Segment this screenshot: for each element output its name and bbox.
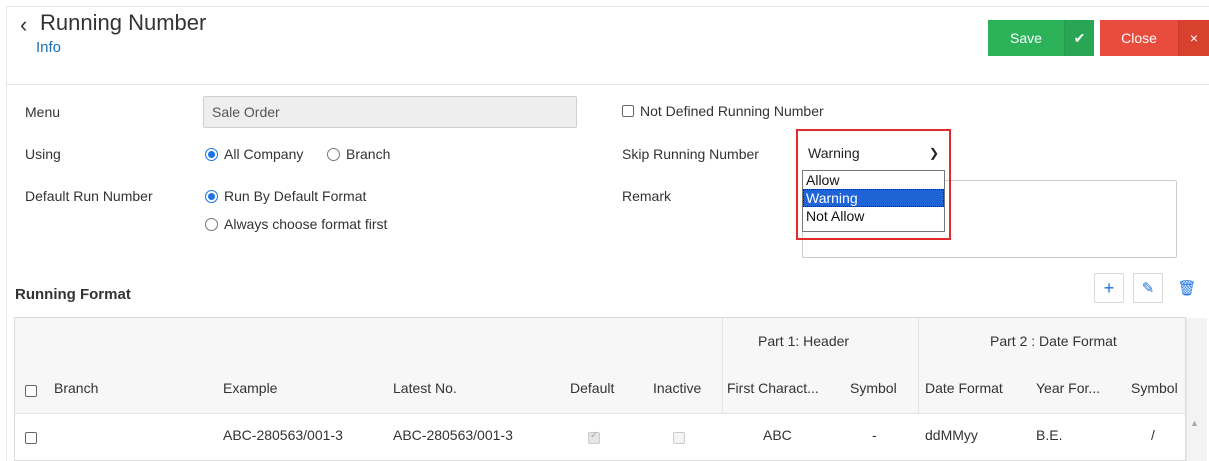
running-format-title: Running Format xyxy=(15,286,131,303)
back-chevron-icon[interactable]: ‹ xyxy=(20,12,27,38)
using-option-all-company[interactable]: All Company xyxy=(205,146,303,162)
col-header-year-format[interactable]: Year For... xyxy=(1036,380,1100,396)
default-run-option-always-label: Always choose format first xyxy=(224,216,388,232)
default-run-label: Default Run Number xyxy=(25,188,153,204)
cell-first-char: ABC xyxy=(763,427,792,443)
page-subtitle: Info xyxy=(36,39,62,56)
menu-label: Menu xyxy=(25,104,61,120)
cell-default-checkbox xyxy=(588,429,600,445)
page-title: Running Number xyxy=(40,10,207,35)
default-run-option-always[interactable]: Always choose format first xyxy=(205,216,387,232)
group-header-part1: Part 1: Header xyxy=(758,333,850,349)
col-header-default[interactable]: Default xyxy=(570,380,614,396)
menu-field-value: Sale Order xyxy=(212,104,280,120)
col-header-inactive[interactable]: Inactive xyxy=(653,380,701,396)
checkbox-icon[interactable] xyxy=(25,385,37,398)
group-header-part2: Part 2 : Date Format xyxy=(990,333,1117,349)
cell-year-format: B.E. xyxy=(1036,427,1063,443)
top-border xyxy=(6,6,1209,7)
radio-selected-icon[interactable] xyxy=(205,189,218,203)
using-option-branch[interactable]: Branch xyxy=(327,146,390,162)
table-row[interactable] xyxy=(15,413,1185,453)
add-icon[interactable]: + xyxy=(1094,273,1124,303)
col-header-date-format[interactable]: Date Format xyxy=(925,380,1003,396)
row-checkbox[interactable] xyxy=(25,429,37,445)
col-header-branch[interactable]: Branch xyxy=(54,380,98,396)
select-all-checkbox[interactable] xyxy=(25,382,37,398)
table-scrollbar[interactable] xyxy=(1186,318,1207,461)
default-run-option-default[interactable]: Run By Default Format xyxy=(205,188,366,204)
cell-inactive-checkbox xyxy=(673,429,685,445)
menu-field: Sale Order xyxy=(203,96,577,128)
save-button[interactable]: Save xyxy=(988,20,1064,56)
column-divider xyxy=(918,318,919,413)
using-option-branch-label: Branch xyxy=(346,146,391,162)
checkbox-icon[interactable] xyxy=(622,105,634,117)
checkbox-checked-icon xyxy=(588,430,600,445)
edit-icon[interactable]: ✎ xyxy=(1133,273,1163,303)
cell-date-format: ddMMyy xyxy=(925,427,978,443)
cell-latest-no: ABC-280563/001-3 xyxy=(393,427,513,443)
default-run-option-default-label: Run By Default Format xyxy=(224,188,367,204)
header-divider xyxy=(6,84,1209,85)
close-x-icon[interactable]: × xyxy=(1178,20,1209,56)
col-header-symbol[interactable]: Symbol xyxy=(850,380,897,396)
using-option-all-company-label: All Company xyxy=(224,146,304,162)
cell-example: ABC-280563/001-3 xyxy=(223,427,343,443)
close-button[interactable]: Close xyxy=(1100,20,1178,56)
col-header-first-char[interactable]: First Charact... xyxy=(727,380,819,396)
checkbox-icon xyxy=(673,432,685,445)
radio-selected-icon[interactable] xyxy=(205,147,218,161)
col-header-symbol-2[interactable]: Symbol xyxy=(1131,380,1178,396)
radio-unselected-icon[interactable] xyxy=(205,217,218,231)
checkbox-icon[interactable] xyxy=(25,432,37,445)
not-defined-running-number-label: Not Defined Running Number xyxy=(640,103,824,119)
save-check-icon[interactable]: ✔ xyxy=(1064,20,1094,56)
column-divider xyxy=(722,318,723,413)
cell-symbol: - xyxy=(872,427,877,443)
skip-running-number-label: Skip Running Number xyxy=(622,146,759,162)
using-label: Using xyxy=(25,146,61,162)
col-header-example[interactable]: Example xyxy=(223,380,277,396)
scroll-up-arrow-icon[interactable]: ▲ xyxy=(1190,418,1199,428)
delete-icon[interactable]: 🗑 xyxy=(1172,273,1202,303)
cell-symbol-2: / xyxy=(1151,427,1155,443)
left-border xyxy=(6,6,7,461)
not-defined-running-number-checkbox[interactable]: Not Defined Running Number xyxy=(622,103,824,119)
radio-unselected-icon[interactable] xyxy=(327,147,340,161)
remark-label: Remark xyxy=(622,188,672,204)
highlight-box xyxy=(796,129,951,240)
col-header-latest-no[interactable]: Latest No. xyxy=(393,380,457,396)
